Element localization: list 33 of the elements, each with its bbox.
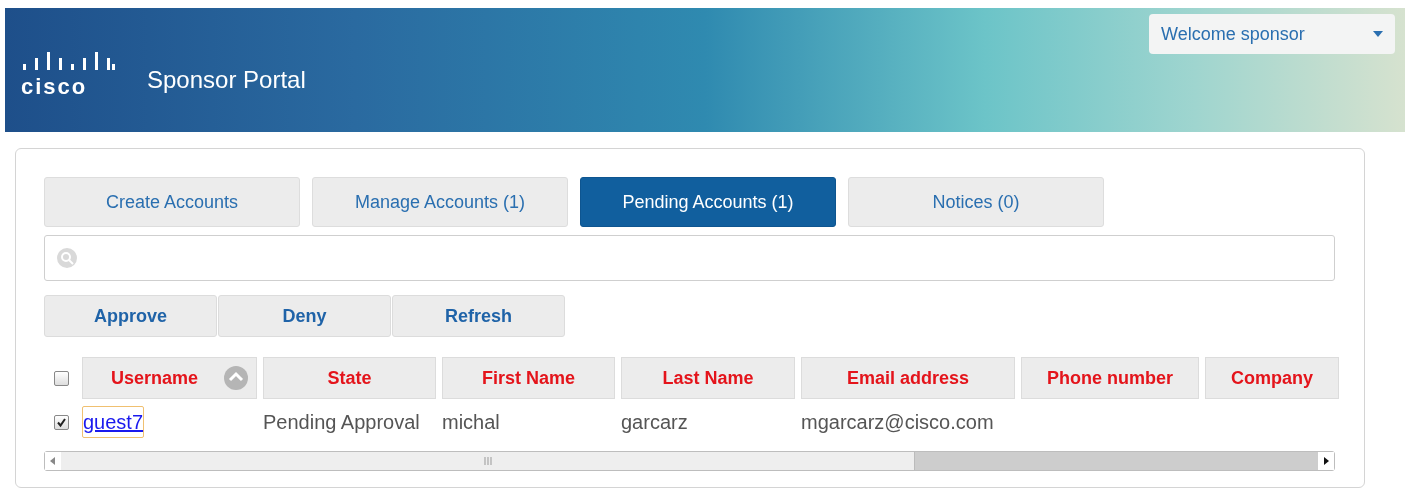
tab[interactable]: Manage Accounts (1) (312, 177, 568, 227)
checkbox[interactable] (54, 370, 69, 386)
scrollbar-thumb[interactable] (61, 452, 915, 470)
sort-icon[interactable] (224, 366, 248, 390)
column-header[interactable]: Email address (801, 357, 1015, 399)
scroll-right-icon[interactable] (1318, 452, 1334, 470)
table-cell-text: michal (442, 410, 500, 435)
table-cell-text: mgarcarz@cisco.com (801, 410, 994, 435)
action-button[interactable]: Deny (218, 295, 391, 337)
grip-icon (482, 457, 493, 465)
scroll-left-icon[interactable] (45, 452, 61, 470)
column-header[interactable]: Phone number (1021, 357, 1199, 399)
portal-title: Sponsor Portal (147, 65, 306, 95)
tab[interactable]: Notices (0) (848, 177, 1104, 227)
username-link[interactable]: guest7 (82, 406, 145, 438)
table-cell-text: Pending Approval (263, 410, 420, 435)
horizontal-scrollbar[interactable] (44, 451, 1335, 471)
action-button[interactable]: Approve (44, 295, 217, 337)
tab[interactable]: Pending Accounts (1) (580, 177, 836, 227)
column-header[interactable]: State (263, 357, 436, 399)
action-button[interactable]: Refresh (392, 295, 565, 337)
column-header[interactable]: Last Name (621, 357, 795, 399)
user-menu[interactable]: Welcome sponsor (1149, 14, 1395, 54)
checkbox[interactable] (54, 414, 69, 430)
column-header[interactable]: Company (1205, 357, 1339, 399)
caret-icon (1373, 31, 1383, 37)
logo-text: cisco (21, 76, 88, 98)
table-cell-text: garcarz (621, 410, 688, 435)
column-header[interactable]: First Name (442, 357, 615, 399)
search-icon (57, 248, 77, 268)
search-field[interactable] (44, 235, 1335, 281)
column-header[interactable]: Username (82, 357, 257, 399)
tab[interactable]: Create Accounts (44, 177, 300, 227)
